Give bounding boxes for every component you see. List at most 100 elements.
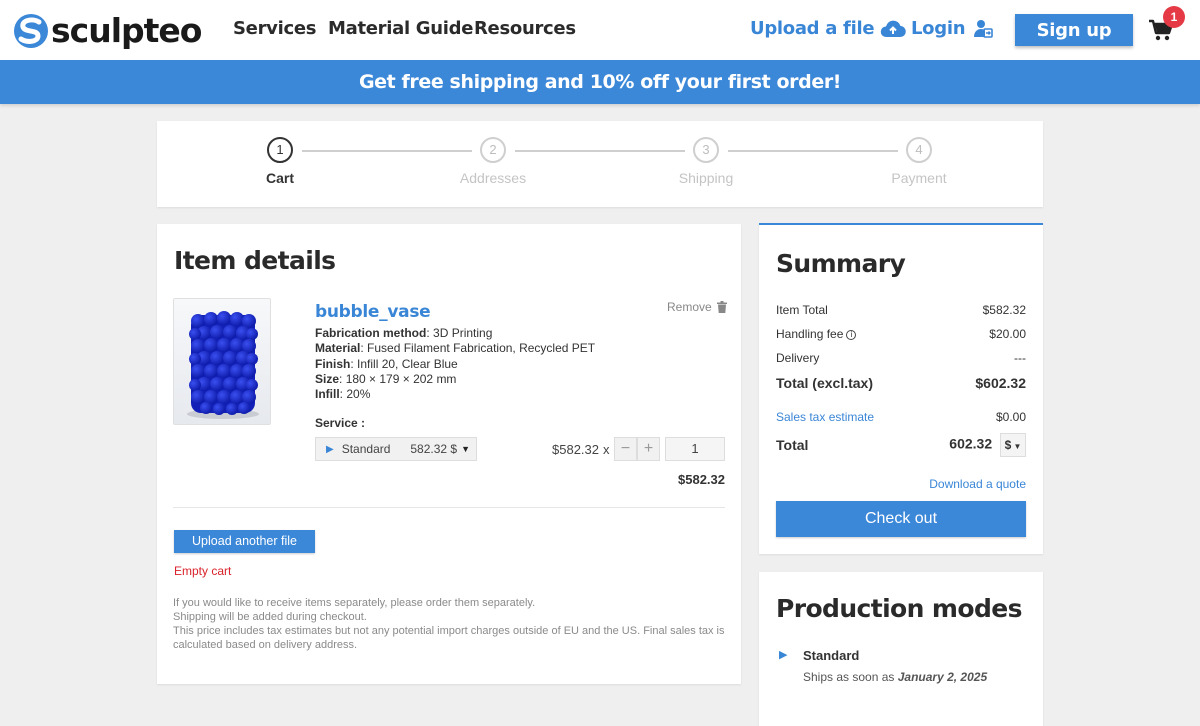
sculpteo-logo-icon [14,14,48,48]
upload-file-label: Upload a file [750,18,875,39]
total-value: 602.32 [949,435,993,452]
note-line: This price includes tax estimates but no… [173,625,725,651]
item-properties: Fabrication method: 3D Printing Material… [315,326,595,402]
property-label: Infill [315,387,340,402]
handling-fee-label: Handling fee [776,327,844,341]
upload-file-link[interactable]: Upload a file [750,18,906,39]
property-label: Material [315,341,361,356]
step-number: 1 [267,137,293,163]
summary-card: Summary Item Total $582.32 Handling fee i… [759,223,1043,554]
production-modes-card: Production modes ▶ Standard Ships as soo… [759,572,1043,726]
total-label: Total [776,437,809,453]
item-thumbnail[interactable] [173,298,271,425]
sales-tax-value: $0.00 [995,410,1026,424]
delivery-value: --- [1014,351,1026,365]
trash-icon [716,301,727,313]
sales-tax-label[interactable]: Sales tax estimate [776,410,874,424]
property-row: Finish: Infill 20, Clear Blue [315,356,458,371]
step-shipping: 3 Shipping [646,137,766,186]
ships-date: January 2, 2025 [897,670,988,684]
delivery-row: Delivery --- [776,351,1026,365]
cart-count-badge: 1 [1163,6,1185,28]
item-details-card: Item details bubble_vase Remove Fabricat… [157,224,741,684]
checkout-stepper: 1 Cart 2 Addresses 3 Shipping 4 Payment [157,121,1043,207]
property-value: Fused Filament Fabrication, Recycled PET [367,341,596,356]
play-triangle-icon: ▶ [779,649,788,661]
sales-tax-row: Sales tax estimate $0.00 [776,410,1026,424]
item-total-label: Item Total [776,303,828,317]
note-line: If you would like to receive items separ… [173,597,536,609]
property-row: Infill: 20% [315,387,371,402]
nav-services[interactable]: Services [233,18,316,39]
user-login-icon [974,19,994,38]
vase-preview-image [187,311,259,419]
empty-cart-link[interactable]: Empty cart [174,564,231,578]
login-link[interactable]: Login [911,18,994,39]
property-label: Size [315,371,340,386]
nav-resources[interactable]: Resources [474,18,576,39]
cart-notes: If you would like to receive items separ… [173,596,733,652]
sign-up-button[interactable]: Sign up [1015,14,1133,46]
step-label: Cart [265,170,294,186]
step-number: 3 [693,137,719,163]
sculpteo-logo[interactable]: sculpteo [13,11,202,51]
total-excl-tax-label: Total (excl.tax) [776,375,873,391]
note-line: Shipping will be added during checkout. [173,611,367,623]
step-cart: 1 Cart [220,137,340,186]
property-value: 180 × 179 × 202 mm [345,371,457,386]
ships-prefix: Ships as soon as [803,670,895,684]
step-label: Shipping [678,170,734,186]
step-number: 4 [906,137,932,163]
info-icon[interactable]: i [846,330,857,340]
property-row: Material: Fused Filament Fabrication, Re… [315,341,596,356]
service-name: Standard [341,442,391,456]
unit-price: $582.32 [552,442,599,457]
handling-fee-value: $20.00 [989,327,1026,341]
service-select[interactable]: ▶ Standard 582.32 $ ▼ [315,437,477,461]
line-total: $582.32 [678,472,725,487]
property-label: Finish [315,356,351,371]
site-header: sculpteo Services Material Guide Resourc… [0,0,1200,60]
ships-estimate: Ships as soon as January 2, 2025 [803,670,987,684]
step-payment: 4 Payment [859,137,979,186]
summary-title: Summary [776,249,906,278]
total-excl-tax-value: $602.32 [975,375,1026,391]
service-price: 582.32 $ [410,442,458,456]
quantity-decrease-button[interactable]: − [614,437,637,461]
delivery-label: Delivery [776,351,820,365]
caret-down-icon: ▼ [461,444,470,454]
step-label: Addresses [459,170,527,186]
total-row: Total 602.32 $ ▼ [776,433,1026,457]
login-label: Login [911,18,966,39]
chevron-down-icon: ▼ [1011,442,1022,451]
quantity-increase-button[interactable]: + [637,437,660,461]
property-row: Fabrication method: 3D Printing [315,326,493,340]
production-mode-name: Standard [803,648,860,663]
property-row: Size: 180 × 179 × 202 mm [315,371,457,386]
item-total-value: $582.32 [982,303,1026,317]
property-label: Fabrication method [315,326,427,340]
production-modes-title: Production modes [776,594,1023,623]
play-triangle-icon: ▶ [326,443,334,455]
step-label: Payment [891,170,947,186]
property-value: 20% [346,387,371,402]
currency-select[interactable]: $ ▼ [1000,433,1026,457]
times-sign: x [603,442,610,457]
remove-item-button[interactable]: Remove [667,300,727,314]
promo-banner: Get free shipping and 10% off your first… [0,60,1200,104]
nav-material-guide[interactable]: Material Guide [328,18,473,39]
step-number: 2 [480,137,506,163]
remove-label: Remove [667,300,712,314]
item-total-row: Item Total $582.32 [776,303,1026,317]
check-out-button[interactable]: Check out [776,501,1026,537]
step-addresses: 2 Addresses [433,137,553,186]
cloud-upload-icon [880,20,906,37]
upload-another-file-button[interactable]: Upload another file [174,530,315,553]
item-name-link[interactable]: bubble_vase [315,302,431,322]
handling-fee-row: Handling fee i $20.00 [776,327,1026,341]
logo-text: sculpteo [51,11,202,50]
divider [173,507,725,508]
quantity-input[interactable]: 1 [665,437,725,461]
download-quote-link[interactable]: Download a quote [929,477,1026,491]
property-value: 3D Printing [433,326,493,340]
